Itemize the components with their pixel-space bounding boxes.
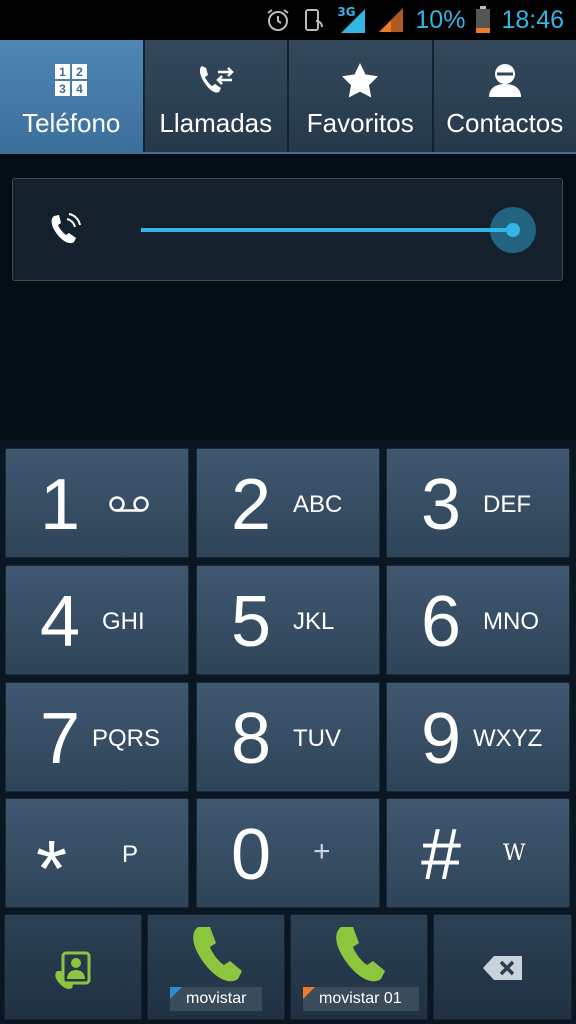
svg-text:4: 4 xyxy=(76,82,83,96)
key-digit: 2 xyxy=(231,465,272,545)
sim2-label-text: movistar 01 xyxy=(319,990,402,1007)
sim2-indicator xyxy=(303,987,315,999)
keypad-icon: 1 2 3 4 xyxy=(54,58,88,102)
key-digit: * xyxy=(36,824,68,913)
tab-contactos[interactable]: Contactos xyxy=(433,40,576,152)
svg-text:2: 2 xyxy=(76,65,83,79)
voicemail-icon xyxy=(108,495,150,517)
key-letters: ABC xyxy=(293,491,343,518)
tab-label: Teléfono xyxy=(22,107,121,138)
contacts-button[interactable] xyxy=(4,914,142,1020)
wifi-signal-icon xyxy=(377,6,405,34)
key-letters: + xyxy=(313,835,331,868)
key-letters: MNO xyxy=(483,608,539,635)
key-letters: P xyxy=(122,841,139,868)
key-two[interactable]: 2 ABC xyxy=(196,448,380,558)
tab-bar: 1 2 3 4 Teléfono Llamadas Favoritos Cont… xyxy=(0,40,576,154)
key-seven[interactable]: 7 PQRS xyxy=(5,682,189,792)
battery-percent: 10% xyxy=(415,5,466,34)
phone-screen-icon xyxy=(301,7,327,33)
call-sim1-button[interactable]: movistar xyxy=(147,914,285,1020)
phone-volume-icon xyxy=(47,211,83,251)
key-digit: 0 xyxy=(231,815,272,895)
call-log-icon xyxy=(196,58,236,102)
key-letters: TUV xyxy=(293,725,341,752)
key-digit: 8 xyxy=(231,699,272,779)
alarm-icon xyxy=(265,7,291,33)
volume-slider-thumb[interactable] xyxy=(490,207,536,253)
signal-3g-icon: 3G xyxy=(337,5,367,35)
key-zero[interactable]: 0 + xyxy=(196,798,380,908)
key-three[interactable]: 3 DEF xyxy=(386,448,570,558)
key-digit: 4 xyxy=(40,582,81,662)
delete-button[interactable] xyxy=(433,914,572,1020)
key-letters: WXYZ xyxy=(473,725,543,752)
key-four[interactable]: 4 GHI xyxy=(5,565,189,675)
key-digit: 6 xyxy=(421,582,462,662)
key-five[interactable]: 5 JKL xyxy=(196,565,380,675)
battery-low-icon xyxy=(475,6,491,34)
call-sim2-button[interactable]: movistar 01 xyxy=(290,914,428,1020)
key-six[interactable]: 6 MNO xyxy=(386,565,570,675)
sim1-label: movistar xyxy=(170,987,262,1011)
clock: 18:46 xyxy=(501,5,564,34)
network-type-label: 3G xyxy=(337,5,356,19)
tab-telefono[interactable]: 1 2 3 4 Teléfono xyxy=(0,40,145,152)
key-star[interactable]: * P xyxy=(5,798,189,913)
add-contact-icon xyxy=(53,951,93,995)
call-volume-panel xyxy=(12,178,563,281)
sim1-label-text: movistar xyxy=(186,990,247,1007)
key-letters: DEF xyxy=(483,491,531,518)
key-digit: 9 xyxy=(421,699,462,779)
key-eight[interactable]: 8 TUV xyxy=(196,682,380,792)
sim2-label: movistar 01 xyxy=(303,987,419,1011)
tab-label: Favoritos xyxy=(306,107,414,138)
key-nine[interactable]: 9 WXYZ xyxy=(386,682,570,792)
key-digit: 7 xyxy=(40,699,81,779)
status-bar: 3G 10% 18:46 xyxy=(0,0,576,40)
key-letters: W xyxy=(503,841,526,866)
sim1-indicator xyxy=(170,987,182,999)
key-digit: 1 xyxy=(40,465,81,545)
volume-slider-track[interactable] xyxy=(141,228,516,232)
star-icon xyxy=(341,58,379,102)
key-one[interactable]: 1 xyxy=(5,448,189,558)
key-letters: GHI xyxy=(102,608,145,635)
key-digit: 5 xyxy=(231,582,272,662)
tab-llamadas[interactable]: Llamadas xyxy=(144,40,289,152)
key-digit: 3 xyxy=(421,465,462,545)
tab-label: Llamadas xyxy=(159,107,273,138)
contact-icon xyxy=(487,58,523,102)
key-letters: PQRS xyxy=(92,725,161,752)
call-icon xyxy=(190,923,244,987)
key-digit: # xyxy=(421,815,462,895)
key-letters: JKL xyxy=(293,608,335,635)
call-icon xyxy=(333,923,387,987)
key-hash[interactable]: # W xyxy=(386,798,570,908)
svg-text:3: 3 xyxy=(59,82,66,96)
backspace-icon xyxy=(482,955,524,985)
tab-favoritos[interactable]: Favoritos xyxy=(289,40,434,152)
tab-label: Contactos xyxy=(446,107,564,138)
svg-text:1: 1 xyxy=(59,65,66,79)
